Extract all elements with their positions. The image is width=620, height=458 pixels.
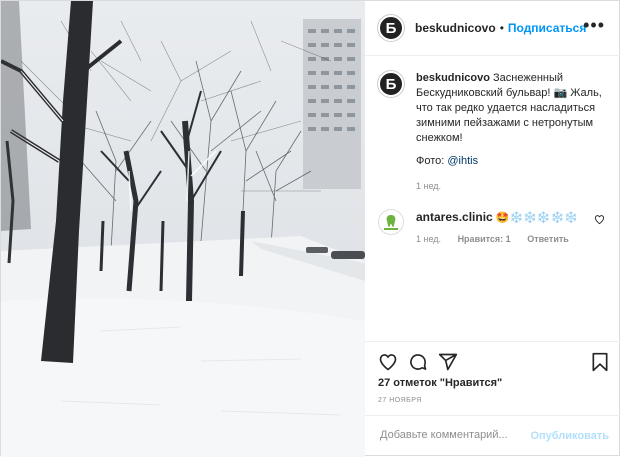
avatar-letter: Б: [385, 19, 397, 37]
comment-text: antares.clinic 🤩❄️❄️❄️❄️❄️: [416, 210, 578, 224]
comment-heart-icon[interactable]: [594, 214, 605, 225]
add-comment-bar: Опубликовать: [365, 415, 620, 458]
comment-meta: 1 нед. Нравится: 1 Ответить: [416, 234, 583, 244]
comment-likes[interactable]: Нравится: 1: [458, 234, 511, 244]
reply-button[interactable]: Ответить: [527, 234, 569, 244]
tooth-clinic-logo-icon: [384, 215, 398, 230]
post-date[interactable]: 27 ноября: [378, 397, 422, 404]
commenter-username[interactable]: antares.clinic: [416, 210, 493, 224]
author-username[interactable]: beskudnicovo: [415, 21, 496, 35]
photo-credit-mention[interactable]: @ihtis: [447, 155, 478, 167]
snowy-boulevard-image: [1, 1, 365, 457]
separator-dot: •: [499, 21, 504, 35]
share-icon[interactable]: [438, 352, 458, 372]
caption-username[interactable]: beskudnicovo: [416, 72, 490, 84]
comment-input[interactable]: [378, 428, 532, 442]
comment-time[interactable]: 1 нед.: [416, 234, 441, 244]
commenter-avatar[interactable]: [378, 209, 404, 235]
caption-time[interactable]: 1 нед.: [416, 181, 441, 191]
likes-count[interactable]: 27 отметок "Нравится": [378, 377, 502, 389]
comment-body: 🤩❄️❄️❄️❄️❄️: [495, 212, 578, 224]
post-side-panel: Б beskudnicovo • Подписаться ••• Б besku…: [365, 1, 620, 457]
more-options-icon[interactable]: •••: [583, 15, 605, 36]
avatar-letter: Б: [385, 75, 397, 93]
post-actions: [365, 341, 620, 382]
caption-text: beskudnicovo Заснеженный Бескудниковский…: [416, 71, 616, 146]
instagram-post: Б beskudnicovo • Подписаться ••• Б besku…: [0, 0, 620, 457]
photo-credit-prefix: Фото:: [416, 155, 448, 167]
comment-icon[interactable]: [408, 352, 428, 372]
caption-author-avatar[interactable]: Б: [378, 71, 404, 97]
heart-icon[interactable]: [378, 352, 398, 372]
follow-button[interactable]: Подписаться: [508, 21, 586, 35]
post-photo[interactable]: [1, 1, 365, 457]
publish-button[interactable]: Опубликовать: [530, 430, 609, 442]
post-header: Б beskudnicovo • Подписаться •••: [365, 1, 620, 56]
bookmark-icon[interactable]: [591, 352, 609, 372]
author-avatar[interactable]: Б: [378, 15, 404, 41]
photo-credit: Фото: @ihtis: [416, 155, 478, 167]
